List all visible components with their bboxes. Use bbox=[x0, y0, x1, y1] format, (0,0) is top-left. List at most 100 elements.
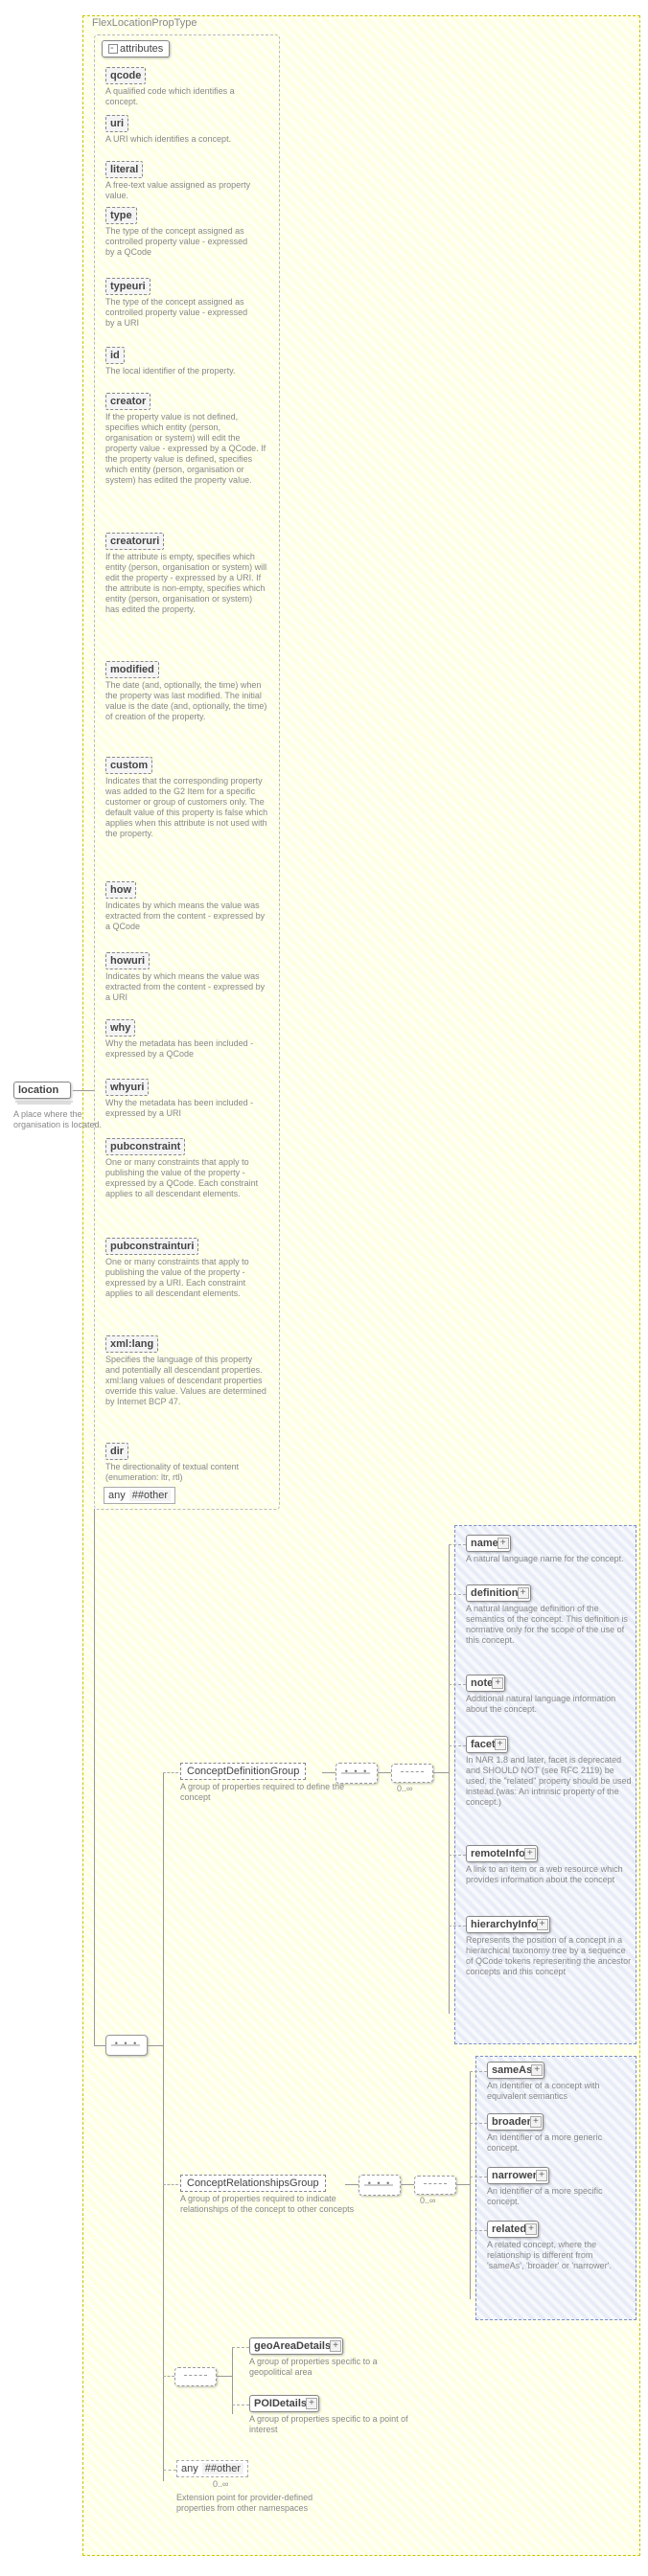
choice-compositor-crg bbox=[414, 2176, 456, 2195]
element-any-other-desc: Extension point for provider-defined pro… bbox=[176, 2493, 349, 2514]
connector bbox=[449, 1544, 450, 2014]
element-hierarchyinfo[interactable]: hierarchyInfo bbox=[466, 1916, 550, 1933]
connector bbox=[148, 2045, 163, 2046]
attr-uri-desc: A URI which identifies a concept. bbox=[105, 134, 259, 145]
element-any-other: any##other bbox=[176, 2460, 248, 2477]
stack-lines-icon bbox=[13, 1100, 75, 1106]
element-narrower[interactable]: narrower bbox=[487, 2167, 549, 2184]
group-concept-definition: ConceptDefinitionGroup bbox=[180, 1763, 306, 1780]
connector bbox=[163, 2470, 176, 2471]
cdg-occurs: 0..∞ bbox=[397, 1784, 412, 1793]
element-broader[interactable]: broader bbox=[487, 2113, 544, 2131]
connector bbox=[470, 2071, 471, 2299]
attr-pubconstraint-desc: One or many constraints that apply to pu… bbox=[105, 1157, 268, 1199]
attr-uri: uri bbox=[105, 115, 128, 132]
attr-type-desc: The type of the concept assigned as cont… bbox=[105, 226, 259, 258]
element-related-desc: A related concept, where the relationshi… bbox=[487, 2240, 631, 2271]
attr-custom-desc: Indicates that the corresponding propert… bbox=[105, 776, 268, 839]
connector bbox=[322, 1772, 336, 1773]
sequence-compositor-crg: • • • bbox=[359, 2175, 401, 2196]
attr-whyuri: whyuri bbox=[105, 1079, 149, 1096]
element-definition-desc: A natural language definition of the sem… bbox=[466, 1604, 629, 1646]
connector bbox=[163, 1772, 178, 1773]
connector bbox=[401, 2184, 414, 2185]
attr-why-desc: Why the metadata has been included - exp… bbox=[105, 1038, 268, 1060]
attr-modified-desc: The date (and, optionally, the time) whe… bbox=[105, 680, 268, 722]
element-facet-desc: In NAR 1.8 and later, facet is deprecate… bbox=[466, 1755, 634, 1808]
connector bbox=[345, 2184, 359, 2185]
group-concept-relationships: ConceptRelationshipsGroup bbox=[180, 2175, 326, 2192]
connector bbox=[94, 1509, 95, 2045]
connector bbox=[449, 1855, 466, 1856]
attr-xmllang: xml:lang bbox=[105, 1335, 158, 1353]
group-concept-definition-desc: A group of properties required to define… bbox=[180, 1782, 353, 1803]
element-sameas[interactable]: sameAs bbox=[487, 2062, 544, 2079]
element-definition[interactable]: definition bbox=[466, 1584, 531, 1602]
element-note[interactable]: note bbox=[466, 1675, 505, 1692]
element-remoteinfo[interactable]: remoteInfo bbox=[466, 1845, 538, 1862]
connector bbox=[456, 2184, 470, 2185]
sequence-compositor-cdg: • • • bbox=[336, 1763, 378, 1784]
element-location[interactable]: location bbox=[13, 1082, 71, 1099]
attr-custom: custom bbox=[105, 757, 152, 774]
attr-modified: modified bbox=[105, 661, 159, 678]
attr-qcode: qcode bbox=[105, 67, 146, 84]
attr-how: how bbox=[105, 881, 136, 899]
attr-creatoruri: creatoruri bbox=[105, 533, 164, 550]
element-location-desc: A place where the organisation is locate… bbox=[13, 1109, 119, 1130]
connector bbox=[449, 1594, 466, 1595]
attr-dir-desc: The directionality of textual content (e… bbox=[105, 1462, 268, 1483]
sequence-compositor: • • • bbox=[105, 2035, 148, 2056]
element-geoareadetails[interactable]: geoAreaDetails bbox=[249, 2337, 343, 2355]
element-poidetails[interactable]: POIDetails bbox=[249, 2395, 319, 2412]
connector bbox=[378, 1772, 391, 1773]
attr-qcode-desc: A qualified code which identifies a conc… bbox=[105, 86, 259, 107]
attr-literal-desc: A free-text value assigned as property v… bbox=[105, 180, 259, 201]
connector bbox=[470, 2230, 487, 2231]
attr-how-desc: Indicates by which means the value was e… bbox=[105, 900, 268, 932]
connector bbox=[163, 1772, 164, 2481]
attr-xmllang-desc: Specifies the language of this property … bbox=[105, 1355, 268, 1407]
attr-why: why bbox=[105, 1019, 135, 1037]
element-hierarchyinfo-desc: Represents the position of a concept in … bbox=[466, 1935, 634, 1977]
attr-any-other: any##other bbox=[104, 1487, 175, 1504]
attr-creatoruri-desc: If the attribute is empty, specifies whi… bbox=[105, 552, 268, 615]
element-facet[interactable]: facet bbox=[466, 1736, 508, 1753]
attr-typeuri: typeuri bbox=[105, 278, 150, 295]
choice-compositor-cdg bbox=[391, 1764, 433, 1783]
connector bbox=[470, 2123, 487, 2124]
attr-pubconstrainturi-desc: One or many constraints that apply to pu… bbox=[105, 1257, 268, 1299]
element-broader-desc: An identifier of a more generic concept. bbox=[487, 2132, 631, 2154]
attr-dir: dir bbox=[105, 1443, 128, 1460]
connector bbox=[163, 2184, 178, 2185]
connector bbox=[163, 2376, 174, 2377]
group-concept-relationships-desc: A group of properties required to indica… bbox=[180, 2194, 362, 2215]
attr-id: id bbox=[105, 347, 125, 364]
attributes-header: attributes bbox=[102, 40, 170, 57]
connector bbox=[449, 1544, 466, 1545]
connector bbox=[449, 1745, 466, 1746]
element-name-desc: A natural language name for the concept. bbox=[466, 1554, 629, 1564]
connector bbox=[232, 2347, 249, 2348]
element-name[interactable]: name bbox=[466, 1535, 511, 1552]
attr-creator: creator bbox=[105, 393, 150, 410]
connector bbox=[470, 2071, 487, 2072]
attr-howuri: howuri bbox=[105, 952, 150, 969]
attr-id-desc: The local identifier of the property. bbox=[105, 366, 259, 376]
connector bbox=[433, 1772, 449, 1773]
attr-literal: literal bbox=[105, 161, 143, 178]
attr-pubconstraint: pubconstraint bbox=[105, 1138, 185, 1155]
attr-pubconstrainturi: pubconstrainturi bbox=[105, 1238, 198, 1255]
attr-type: type bbox=[105, 207, 137, 224]
attr-whyuri-desc: Why the metadata has been included - exp… bbox=[105, 1098, 268, 1119]
attr-howuri-desc: Indicates by which means the value was e… bbox=[105, 971, 268, 1003]
element-sameas-desc: An identifier of a concept with equivale… bbox=[487, 2081, 631, 2102]
element-related[interactable]: related bbox=[487, 2221, 539, 2238]
element-note-desc: Additional natural language information … bbox=[466, 1694, 629, 1715]
connector bbox=[94, 2045, 105, 2046]
any-other-occurs: 0..∞ bbox=[213, 2479, 228, 2489]
attributes-header-label: attributes bbox=[120, 43, 163, 55]
element-geoareadetails-desc: A group of properties specific to a geop… bbox=[249, 2357, 422, 2378]
crg-occurs: 0..∞ bbox=[420, 2196, 435, 2205]
choice-compositor-geo bbox=[174, 2367, 217, 2386]
